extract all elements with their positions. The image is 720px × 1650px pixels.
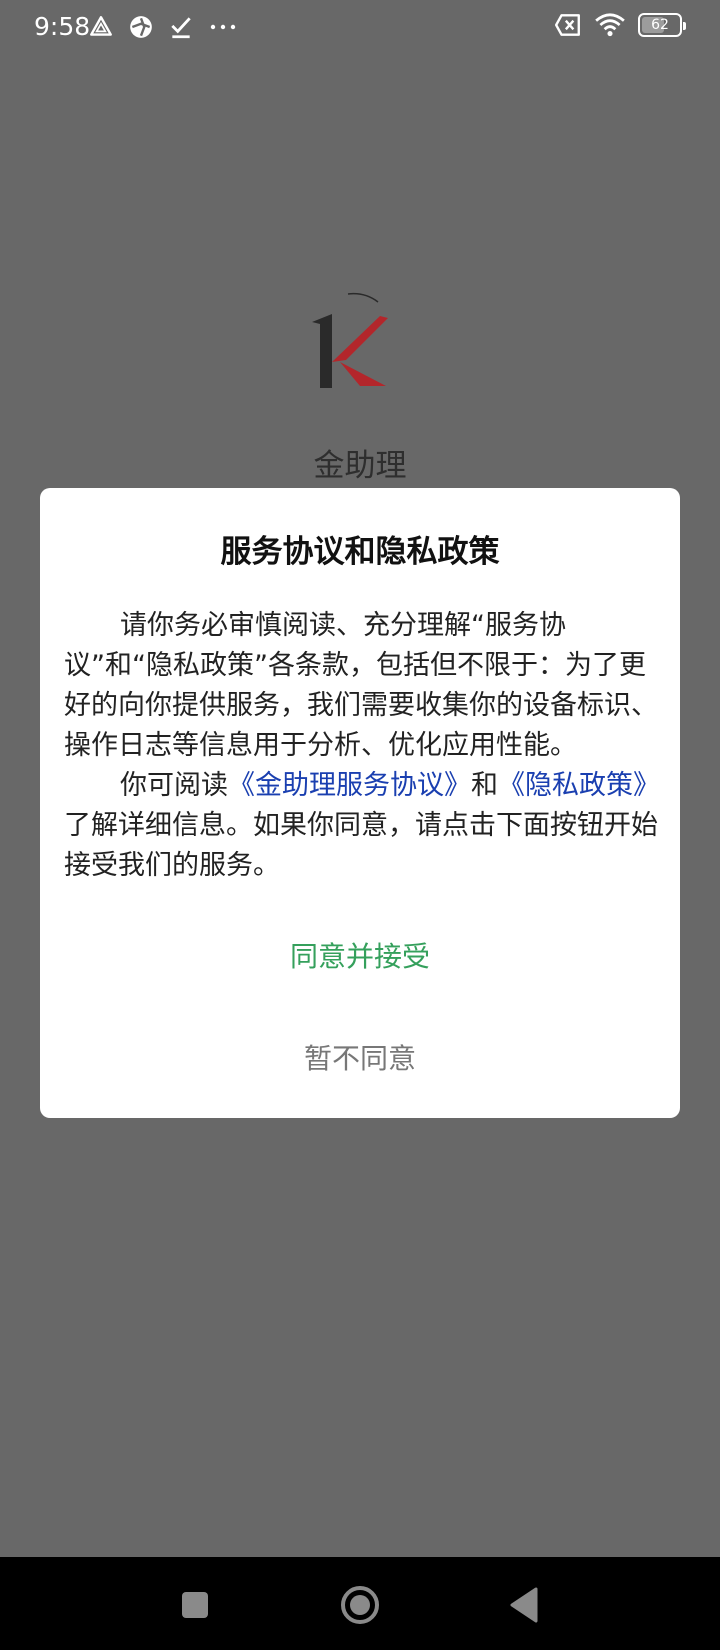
wifi-icon — [595, 13, 625, 37]
status-time: 9:58 — [34, 12, 91, 41]
agree-button[interactable]: 同意并接受 — [240, 926, 480, 984]
para2-prefix: 你可阅读 — [120, 770, 228, 801]
battery-level: 62 — [651, 17, 669, 33]
dialog-title: 服务协议和隐私政策 — [220, 534, 500, 570]
para2-and: 和 — [471, 770, 498, 801]
status-icons-left — [88, 14, 238, 40]
service-agreement-link[interactable]: 《金助理服务协议》 — [228, 770, 471, 801]
drive-icon — [90, 16, 112, 36]
dialog-paragraph-1: 请你务必审慎阅读、充分理解“服务协议”和“隐私政策”各条款，包括但不限于：为了更… — [64, 610, 658, 761]
recent-apps-icon — [182, 1592, 208, 1618]
privacy-policy-link[interactable]: 《隐私政策》 — [498, 770, 660, 801]
app-name: 金助理 — [313, 448, 407, 484]
check-icon — [171, 17, 191, 39]
home-button[interactable] — [338, 1583, 382, 1627]
sync-icon — [130, 16, 152, 38]
home-icon — [341, 1586, 379, 1624]
recent-apps-button[interactable] — [173, 1583, 217, 1627]
back-button[interactable] — [502, 1583, 546, 1627]
dialog-body: 请你务必审慎阅读、充分理解“服务协议”和“隐私政策”各条款，包括但不限于：为了更… — [64, 606, 660, 886]
sim-off-icon — [554, 14, 580, 36]
privacy-dialog: 服务协议和隐私政策 请你务必审慎阅读、充分理解“服务协议”和“隐私政策”各条款，… — [40, 488, 680, 1118]
status-bar: 9:58 62 — [0, 0, 720, 54]
battery-icon: 62 — [638, 13, 686, 37]
decline-button[interactable]: 暂不同意 — [240, 1028, 480, 1086]
dialog-paragraph-2: 你可阅读《金助理服务协议》和《隐私政策》了解详细信息。如果你同意，请点击下面按钮… — [64, 766, 660, 886]
k-logo-icon — [312, 292, 388, 388]
back-icon — [510, 1587, 538, 1623]
status-icons-right: 62 — [554, 12, 686, 38]
more-icon — [210, 24, 236, 30]
screen: 9:58 62 金助理 服务协议和隐私政策 请你务必审慎阅读、充分理解“服务协议… — [0, 0, 720, 1650]
navigation-bar — [0, 1557, 720, 1650]
para2-suffix: 了解详细信息。如果你同意，请点击下面按钮开始接受我们的服务。 — [64, 810, 658, 881]
